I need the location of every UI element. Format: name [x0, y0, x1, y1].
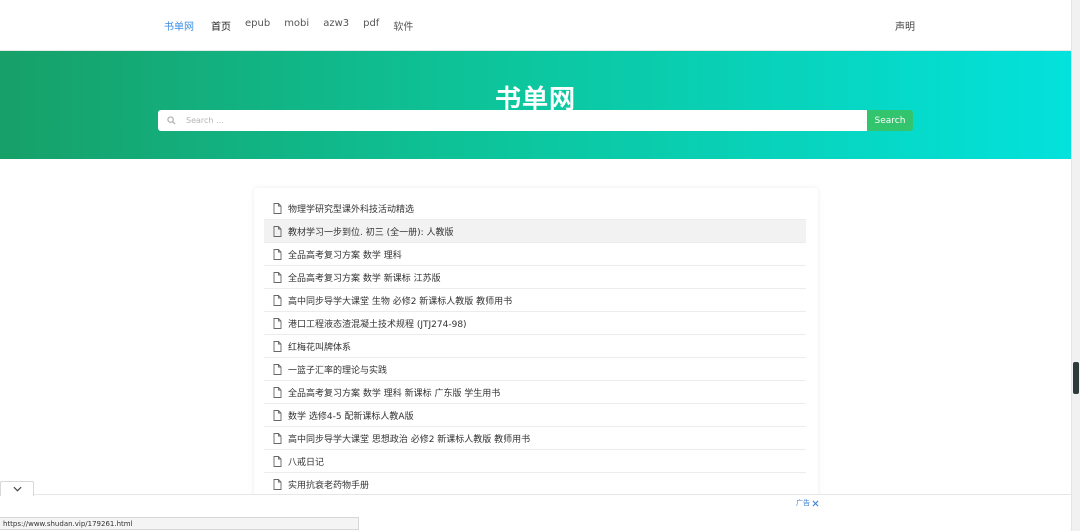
document-icon [273, 363, 282, 375]
ad-label[interactable]: 广告 [796, 498, 819, 508]
list-item[interactable]: 高中同步导学大课堂 生物 必修2 新课标人教版 教师用书 [264, 289, 806, 312]
nav-link-home[interactable]: 首页 [211, 18, 231, 33]
nav-link-mobi[interactable]: mobi [284, 18, 309, 33]
list-item-title: 红梅花叫牌体系 [288, 342, 352, 353]
document-icon [273, 225, 282, 237]
nav-link-pdf[interactable]: pdf [363, 18, 379, 33]
brand-link[interactable]: 书单网 [164, 18, 194, 33]
nav-link-software[interactable]: 软件 [393, 18, 413, 33]
list-item[interactable]: 全品高考复习方案 数学 新课标 江苏版 [264, 266, 806, 289]
scrollbar-thumb[interactable] [1073, 362, 1079, 394]
list-item-title: 物理学研究型课外科技活动精选 [288, 204, 415, 215]
document-icon [273, 294, 282, 306]
document-icon [273, 478, 282, 490]
list-item[interactable]: 港口工程液态渣混凝土技术规程 (JTJ274-98) [264, 312, 806, 335]
list-item[interactable]: 全品高考复习方案 数学 理科 [264, 243, 806, 266]
document-icon [273, 455, 282, 467]
top-navbar: 书单网 首页 epub mobi azw3 pdf 软件 声明 [0, 0, 1071, 51]
list-item-title: 实用抗衰老药物手册 [288, 480, 370, 491]
list-item-title: 全品高考复习方案 数学 理科 [288, 250, 402, 261]
search-icon [165, 114, 178, 127]
list-item[interactable]: 实用抗衰老药物手册 [264, 473, 806, 496]
chevron-down-icon [12, 486, 22, 492]
document-icon [273, 317, 282, 329]
list-item-title: 一篮子汇率的理论与实践 [288, 365, 388, 376]
close-icon[interactable] [812, 500, 819, 507]
list-item[interactable]: 教材学习一步到位. 初三 (全一册): 人教版 [264, 220, 806, 243]
nav-link-statement[interactable]: 声明 [895, 18, 915, 33]
list-item[interactable]: 八戒日记 [264, 450, 806, 473]
search-input[interactable] [184, 110, 867, 131]
document-icon [273, 340, 282, 352]
document-icon [273, 386, 282, 398]
document-icon [273, 202, 282, 214]
list-item[interactable]: 高中同步导学大课堂 思想政治 必修2 新课标人教版 教师用书 [264, 427, 806, 450]
nav-links: 首页 epub mobi azw3 pdf 软件 [211, 18, 427, 33]
list-item-title: 教材学习一步到位. 初三 (全一册): 人教版 [288, 227, 454, 238]
list-item[interactable]: 物理学研究型课外科技活动精选 [264, 197, 806, 220]
list-item[interactable]: 全品高考复习方案 数学 理科 新课标 广东版 学生用书 [264, 381, 806, 404]
list-item[interactable]: 数学 选修4-5 配新课标人教A版 [264, 404, 806, 427]
document-icon [273, 409, 282, 421]
list-item[interactable]: 一篮子汇率的理论与实践 [264, 358, 806, 381]
page-scrollbar[interactable] [1071, 0, 1080, 531]
nav-link-azw3[interactable]: azw3 [323, 18, 349, 33]
hero-banner: 书单网 Search [0, 51, 1071, 159]
document-icon [273, 271, 282, 283]
list-item-title: 港口工程液态渣混凝土技术规程 (JTJ274-98) [288, 319, 467, 330]
ad-label-text: 广告 [796, 499, 810, 507]
collapse-toggle[interactable] [0, 481, 34, 496]
book-list: 物理学研究型课外科技活动精选 教材学习一步到位. 初三 (全一册): 人教版 全… [264, 197, 806, 496]
list-item-title: 全品高考复习方案 数学 新课标 江苏版 [288, 273, 441, 284]
list-item[interactable]: 红梅花叫牌体系 [264, 335, 806, 358]
list-item-title: 高中同步导学大课堂 思想政治 必修2 新课标人教版 教师用书 [288, 434, 531, 445]
list-item-title: 高中同步导学大课堂 生物 必修2 新课标人教版 教师用书 [288, 296, 513, 307]
document-icon [273, 432, 282, 444]
search-bar: Search [158, 110, 913, 131]
book-list-card: 物理学研究型课外科技活动精选 教材学习一步到位. 初三 (全一册): 人教版 全… [254, 188, 818, 508]
list-item-title: 数学 选修4-5 配新课标人教A版 [288, 411, 414, 422]
status-bar-url: https://www.shudan.vip/179261.html [0, 517, 359, 530]
search-button[interactable]: Search [867, 110, 913, 131]
nav-link-epub[interactable]: epub [245, 18, 270, 33]
list-item-title: 八戒日记 [288, 457, 325, 468]
list-item-title: 全品高考复习方案 数学 理科 新课标 广东版 学生用书 [288, 388, 501, 399]
document-icon [273, 248, 282, 260]
search-box [158, 110, 867, 131]
